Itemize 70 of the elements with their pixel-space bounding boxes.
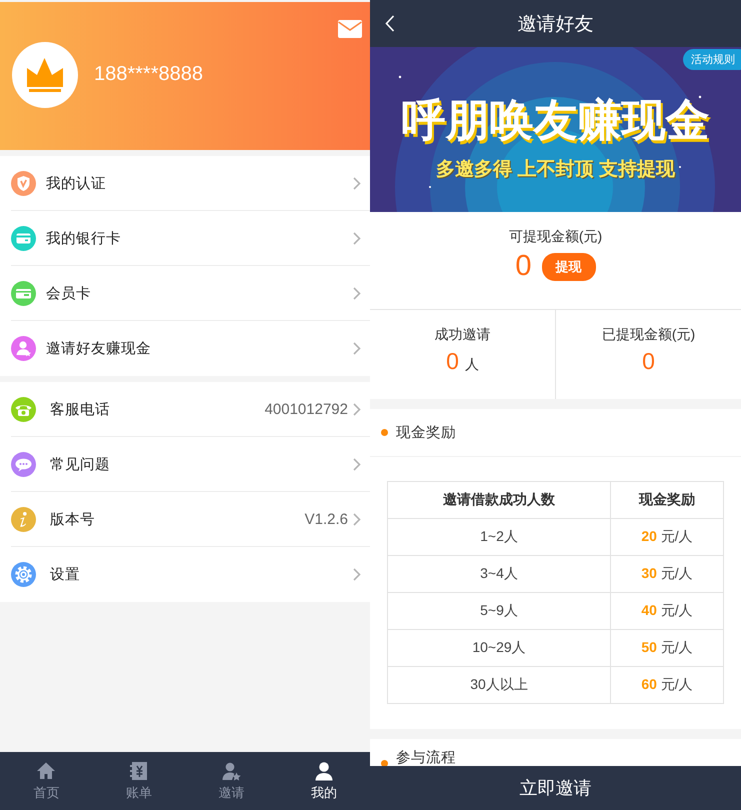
person-icon <box>314 760 334 780</box>
stat-value: 0 <box>642 348 655 375</box>
menu-label: 邀请好友赚现金 <box>46 340 152 358</box>
chevron-icon <box>353 402 361 416</box>
menu-item[interactable]: 会员卡 <box>11 266 370 321</box>
chevron-icon <box>353 342 361 355</box>
info-icon <box>11 506 36 532</box>
shield-icon <box>11 170 36 196</box>
menu-item[interactable]: 客服电话 4001012792 <box>11 382 370 437</box>
stat-label: 已提现金额(元) <box>602 326 696 344</box>
stat-label: 成功邀请 <box>434 326 490 344</box>
table-cell: 30 元/人 <box>610 556 724 592</box>
stat-value: 0 <box>446 348 459 375</box>
back-icon[interactable] <box>385 15 395 32</box>
person-star-icon <box>221 760 242 780</box>
phone-icon <box>11 396 36 422</box>
section-title: 参与流程 <box>396 748 456 767</box>
banner-subtitle: 多邀多得 上不封顶 支持提现 <box>436 158 675 182</box>
menu-item[interactable]: 我的银行卡 <box>11 211 370 266</box>
section-title: 现金奖励 <box>396 424 456 442</box>
menu-label: 常见问题 <box>50 456 111 474</box>
table-cell: 40 元/人 <box>610 592 724 630</box>
balance-amount: 0 <box>515 250 532 283</box>
menu-item[interactable]: 我的认证 <box>11 156 370 211</box>
vip-card-icon <box>11 280 36 306</box>
column-header: 邀请借款成功人数 <box>388 482 610 518</box>
menu-item[interactable]: 常见问题 <box>11 437 370 492</box>
menu-label: 版本号 <box>50 510 96 528</box>
tab[interactable]: 我的 <box>278 752 370 810</box>
balance-label: 可提现金额(元) <box>508 228 602 246</box>
menu-value: V1.2.6 <box>304 510 348 528</box>
house-icon <box>36 760 56 780</box>
page-title: 邀请好友 <box>518 12 594 36</box>
chevron-icon <box>353 176 361 190</box>
table-cell: 5~9人 <box>388 592 610 630</box>
menu-item[interactable]: 邀请好友赚现金 <box>11 321 370 376</box>
table-cell: 30人以上 <box>388 666 610 704</box>
bill-icon <box>128 760 149 780</box>
table-cell: 60 元/人 <box>610 666 724 704</box>
crown-icon <box>27 58 63 92</box>
tab[interactable]: 首页 <box>0 752 92 810</box>
chevron-icon <box>353 458 361 470</box>
tab[interactable]: 账单 <box>92 752 185 810</box>
chevron-icon <box>353 286 361 300</box>
card-icon <box>11 226 36 250</box>
table-cell: 1~2人 <box>388 518 610 556</box>
column-header: 现金奖励 <box>610 482 724 518</box>
chat-icon <box>11 452 36 476</box>
table-cell: 50 元/人 <box>610 630 724 666</box>
table-cell: 3~4人 <box>388 556 610 592</box>
chevron-icon <box>353 512 361 526</box>
tab[interactable]: 邀请 <box>185 752 278 810</box>
chevron-icon <box>353 568 361 581</box>
table-cell: 20 元/人 <box>610 518 724 556</box>
chevron-icon <box>353 232 361 244</box>
invite-button[interactable]: 立即邀请 <box>370 766 741 810</box>
phone-number: 188****8888 <box>94 62 203 86</box>
menu-label: 客服电话 <box>50 400 111 418</box>
menu-label: 设置 <box>50 566 81 584</box>
menu-label: 我的认证 <box>46 174 107 192</box>
menu-label: 我的银行卡 <box>46 230 122 248</box>
bullet-dot <box>381 429 388 436</box>
menu-item[interactable]: 设置 <box>11 547 370 602</box>
stat-unit: 人 <box>464 356 479 374</box>
banner-title: 呼朋唤友赚现金 <box>402 95 710 147</box>
settings-icon <box>11 562 36 587</box>
table-cell: 10~29人 <box>388 630 610 666</box>
menu-item[interactable]: 版本号 V1.2.6 <box>11 492 370 547</box>
menu-value: 4001012792 <box>264 400 348 418</box>
menu-label: 会员卡 <box>46 284 92 302</box>
